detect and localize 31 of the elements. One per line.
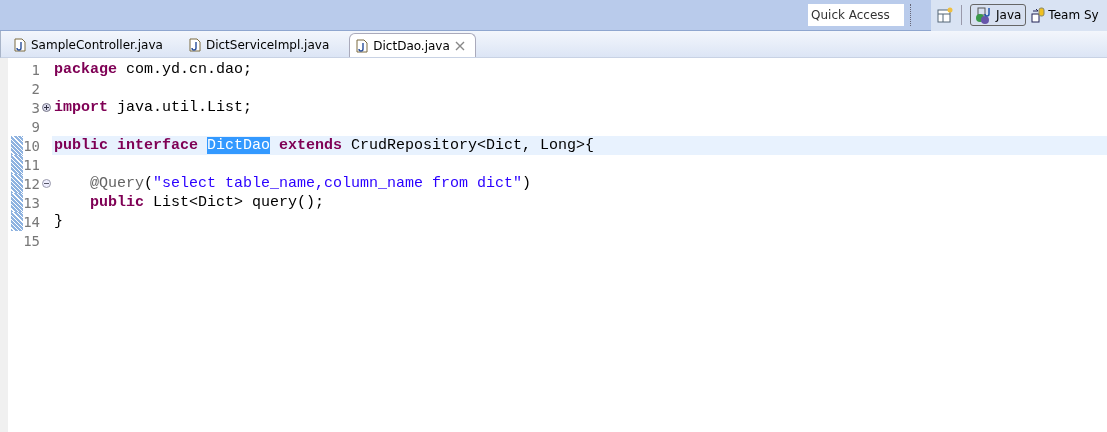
line-number: 2 xyxy=(30,80,40,97)
editor-tab[interactable]: SampleController.java xyxy=(8,33,173,57)
code-line: import java.util.List; xyxy=(53,99,253,116)
line-number: 15 xyxy=(23,232,40,249)
code-line: public interface DictDao extends CrudRepository<Dict, Long>{ xyxy=(53,137,595,154)
line-number: 9 xyxy=(30,118,40,135)
perspective-button[interactable]: Team Sy xyxy=(1026,4,1104,26)
collapse-icon[interactable] xyxy=(41,179,51,188)
code-line: package com.yd.cn.dao; xyxy=(53,61,253,78)
line-number: 3 xyxy=(30,99,40,116)
java-file-icon xyxy=(356,38,369,53)
line-number: 1 xyxy=(30,61,40,78)
close-icon xyxy=(454,40,465,51)
editor-tab[interactable]: DictDao.java xyxy=(349,33,476,57)
line-number: 13 xyxy=(23,194,40,211)
java-file-icon xyxy=(188,38,201,52)
quick-access-field[interactable]: Quick Access xyxy=(808,4,904,26)
repository-icon xyxy=(1031,7,1046,23)
java-file-icon xyxy=(14,38,26,52)
line-number: 10 xyxy=(23,137,40,154)
perspective-button[interactable]: Java xyxy=(970,4,1027,26)
code-line: } xyxy=(53,213,63,230)
java-perspective-icon xyxy=(975,6,993,24)
code-line: public List<Dict> query(); xyxy=(89,194,325,211)
open-perspective-icon xyxy=(937,7,953,23)
line-number: 14 xyxy=(23,213,40,230)
expand-icon[interactable] xyxy=(41,103,51,112)
line-number: 12 xyxy=(23,175,40,192)
editor-tab[interactable]: DictServiceImpl.java xyxy=(182,33,340,57)
code-line: @Query("select table_name,column_name from dict") xyxy=(89,175,532,192)
line-number: 11 xyxy=(23,156,40,173)
